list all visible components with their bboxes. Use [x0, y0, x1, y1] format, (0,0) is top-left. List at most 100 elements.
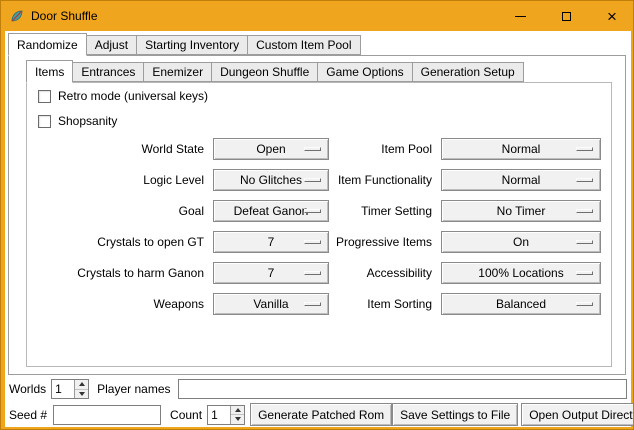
maximize-button[interactable]	[543, 1, 589, 31]
item-pool-dropdown[interactable]: Normal	[441, 138, 601, 160]
weapons-value: Vanilla	[253, 297, 288, 311]
window-title: Door Shuffle	[31, 9, 98, 23]
item-pool-value: Normal	[502, 142, 541, 156]
count-spin-arrows	[230, 406, 244, 424]
app-icon	[10, 9, 24, 23]
goal-dropdown[interactable]: Defeat Ganon	[213, 200, 329, 222]
weapons-dropdown[interactable]: Vanilla	[213, 293, 329, 315]
options-right-column: Item Pool Normal Item Functionality Norm…	[333, 133, 601, 319]
crystals-gt-dropdown[interactable]: 7	[213, 231, 329, 253]
retro-mode-checkbox[interactable]	[38, 90, 51, 103]
inner-tab-bar: Items Entrances Enemizer Dungeon Shuffle…	[26, 60, 523, 82]
dropdown-indicator-icon	[304, 240, 321, 244]
shopsanity-label: Shopsanity	[58, 114, 117, 128]
count-spinbox[interactable]	[207, 405, 245, 425]
worlds-label: Worlds	[9, 382, 46, 396]
timer-setting-label: Timer Setting	[333, 204, 441, 218]
player-names-label: Player names	[97, 382, 170, 396]
dropdown-indicator-icon	[576, 240, 593, 244]
tab-dungeon-shuffle[interactable]: Dungeon Shuffle	[211, 62, 318, 82]
item-sorting-value: Balanced	[496, 297, 546, 311]
randomize-tab-panel: Items Entrances Enemizer Dungeon Shuffle…	[8, 55, 626, 375]
tab-randomize[interactable]: Randomize	[8, 33, 87, 56]
dropdown-indicator-icon	[304, 178, 321, 182]
open-output-button[interactable]: Open Output Directory	[521, 403, 634, 426]
worlds-spinbox[interactable]	[51, 379, 89, 399]
crystals-ganon-value: 7	[268, 266, 275, 280]
spin-down-icon	[79, 392, 85, 396]
window-controls: ×	[497, 1, 634, 31]
dropdown-indicator-icon	[576, 302, 593, 306]
item-sorting-label: Item Sorting	[333, 297, 441, 311]
spin-up-icon	[235, 408, 241, 412]
crystals-gt-label: Crystals to open GT	[33, 235, 213, 249]
count-spin-down-button[interactable]	[231, 415, 244, 424]
items-tab-panel: Retro mode (universal keys) Shopsanity W…	[26, 82, 612, 367]
tab-starting-inventory[interactable]: Starting Inventory	[136, 35, 248, 55]
count-spin-up-button[interactable]	[231, 406, 244, 416]
dropdown-indicator-icon	[304, 302, 321, 306]
dropdown-indicator-icon	[304, 147, 321, 151]
retro-mode-row: Retro mode (universal keys)	[38, 89, 208, 103]
shopsanity-checkbox[interactable]	[38, 115, 51, 128]
dropdown-indicator-icon	[576, 271, 593, 275]
logic-level-label: Logic Level	[33, 173, 213, 187]
accessibility-label: Accessibility	[333, 266, 441, 280]
spin-up-icon	[79, 382, 85, 386]
generate-rom-button[interactable]: Generate Patched Rom	[250, 403, 392, 426]
count-input[interactable]	[208, 406, 230, 424]
dropdown-indicator-icon	[576, 147, 593, 151]
item-functionality-label: Item Functionality	[333, 173, 441, 187]
seed-input[interactable]	[53, 405, 161, 425]
tab-items[interactable]: Items	[26, 60, 73, 83]
client-area: Randomize Adjust Starting Inventory Cust…	[5, 31, 631, 427]
tab-adjust[interactable]: Adjust	[86, 35, 137, 55]
title-bar: Door Shuffle ×	[1, 1, 634, 31]
progressive-items-value: On	[513, 235, 529, 249]
minimize-button[interactable]	[497, 1, 543, 31]
dropdown-indicator-icon	[576, 178, 593, 182]
save-settings-button[interactable]: Save Settings to File	[392, 403, 518, 426]
worlds-spin-down-button[interactable]	[75, 390, 88, 399]
minimize-icon	[515, 16, 526, 17]
accessibility-dropdown[interactable]: 100% Locations	[441, 262, 601, 284]
maximize-icon	[562, 12, 571, 21]
seed-row: Seed # Count Generate Patched Rom Save S…	[9, 403, 629, 426]
logic-level-dropdown[interactable]: No Glitches	[213, 169, 329, 191]
tab-game-options[interactable]: Game Options	[317, 62, 412, 82]
progressive-items-dropdown[interactable]: On	[441, 231, 601, 253]
seed-label: Seed #	[9, 408, 47, 422]
timer-setting-dropdown[interactable]: No Timer	[441, 200, 601, 222]
tab-custom-item-pool[interactable]: Custom Item Pool	[247, 35, 360, 55]
dropdown-indicator-icon	[304, 271, 321, 275]
item-functionality-dropdown[interactable]: Normal	[441, 169, 601, 191]
item-pool-label: Item Pool	[333, 142, 441, 156]
worlds-input[interactable]	[52, 380, 74, 398]
outer-tab-bar: Randomize Adjust Starting Inventory Cust…	[8, 33, 360, 55]
goal-label: Goal	[33, 204, 213, 218]
worlds-spin-up-button[interactable]	[75, 380, 88, 390]
close-button[interactable]: ×	[589, 1, 634, 31]
goal-value: Defeat Ganon	[234, 204, 309, 218]
options-left-column: World State Open Logic Level No Glitches	[33, 133, 343, 319]
crystals-ganon-label: Crystals to harm Ganon	[33, 266, 213, 280]
title-area: Door Shuffle	[1, 9, 98, 23]
shopsanity-row: Shopsanity	[38, 114, 117, 128]
spin-down-icon	[235, 417, 241, 421]
item-sorting-dropdown[interactable]: Balanced	[441, 293, 601, 315]
timer-setting-value: No Timer	[497, 204, 546, 218]
world-state-label: World State	[33, 142, 213, 156]
accessibility-value: 100% Locations	[478, 266, 563, 280]
count-label: Count	[170, 408, 202, 422]
world-state-value: Open	[256, 142, 285, 156]
tab-enemizer[interactable]: Enemizer	[143, 62, 212, 82]
player-names-input[interactable]	[178, 379, 628, 399]
retro-mode-label: Retro mode (universal keys)	[58, 89, 208, 103]
item-functionality-value: Normal	[502, 173, 541, 187]
tab-entrances[interactable]: Entrances	[72, 62, 144, 82]
crystals-ganon-dropdown[interactable]: 7	[213, 262, 329, 284]
progressive-items-label: Progressive Items	[333, 235, 441, 249]
close-icon: ×	[607, 8, 617, 25]
world-state-dropdown[interactable]: Open	[213, 138, 329, 160]
tab-generation-setup[interactable]: Generation Setup	[412, 62, 524, 82]
